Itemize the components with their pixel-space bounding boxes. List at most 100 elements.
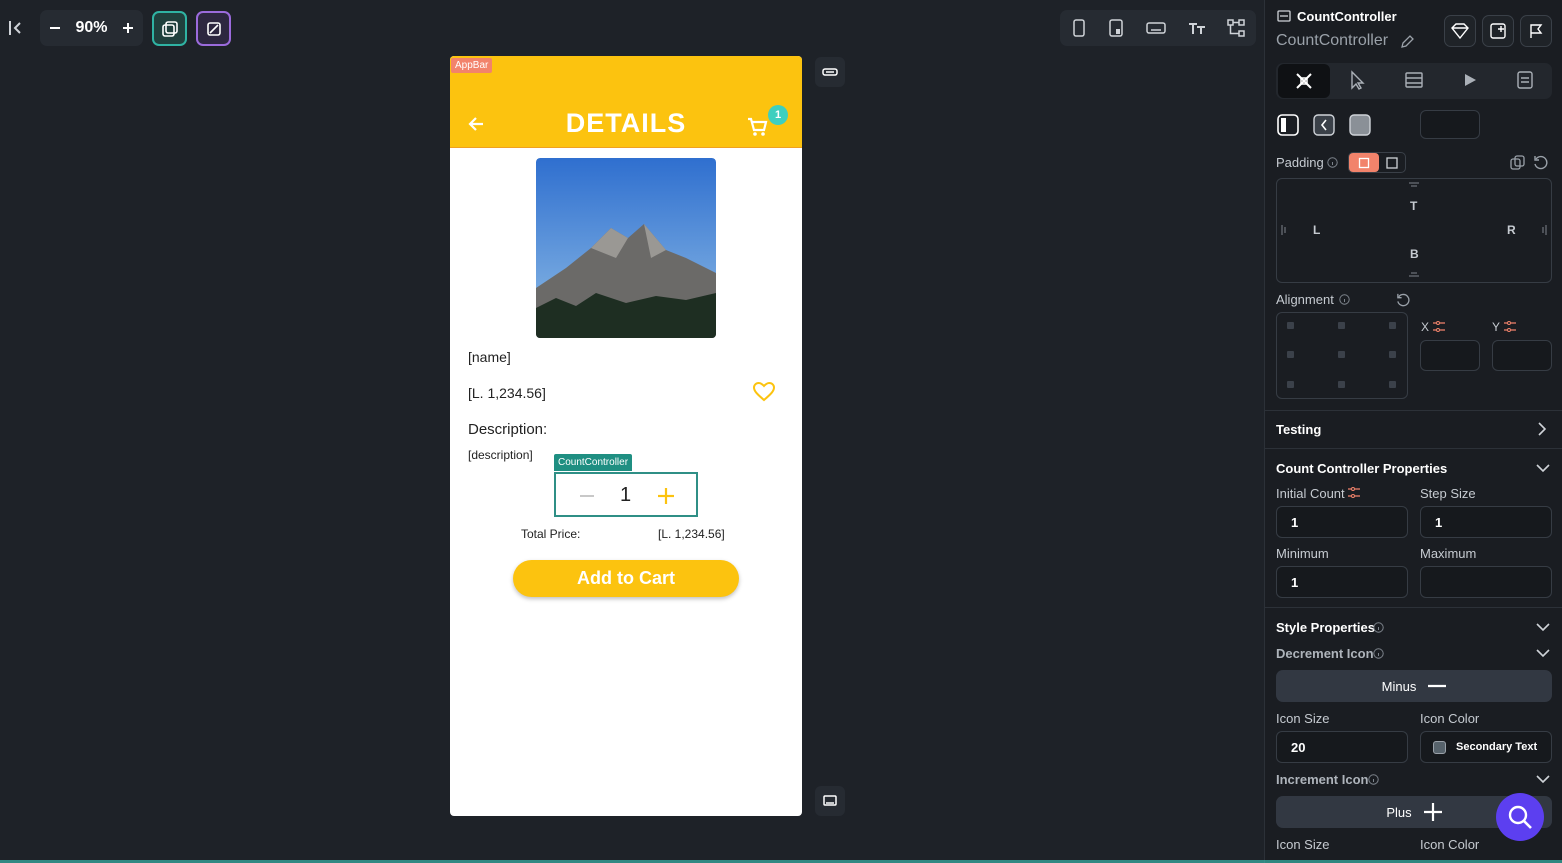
widget-type-icon [1277, 10, 1291, 22]
copy-icon[interactable] [1510, 155, 1525, 170]
padding-left-label: L [1313, 223, 1321, 237]
bottom-bar-toggle-button[interactable] [815, 786, 845, 816]
padding-right-handle[interactable] [1541, 224, 1547, 236]
divider-2 [1264, 448, 1562, 449]
keyboard-button[interactable] [1146, 20, 1166, 36]
tree-icon [1227, 19, 1245, 37]
count-controller[interactable]: 1 [554, 472, 698, 517]
padding-uniform-button[interactable] [1349, 153, 1379, 172]
collapse-sidebar-button[interactable] [2, 12, 30, 44]
style-chevron-down-icon[interactable] [1535, 621, 1551, 633]
minimum-label: Minimum [1276, 546, 1329, 561]
icon-size-field[interactable]: 20 [1276, 731, 1408, 763]
initial-count-field[interactable]: 1 [1276, 506, 1408, 538]
testing-section-header[interactable]: Testing [1276, 422, 1321, 437]
search-fab[interactable] [1496, 793, 1544, 841]
align-bottom-left[interactable] [1287, 381, 1294, 388]
align-bottom-center[interactable] [1338, 381, 1345, 388]
zoom-out-button[interactable] [48, 21, 62, 35]
decrement-chevron-down-icon[interactable] [1535, 647, 1551, 659]
edit-pencil-icon[interactable] [1400, 34, 1415, 49]
add-widget-button[interactable] [1482, 15, 1514, 47]
align-x-variable-icon[interactable] [1432, 321, 1446, 333]
icon-color-field[interactable]: Secondary Text [1420, 731, 1552, 763]
chevron-right-icon[interactable] [1536, 421, 1548, 437]
padding-right-label: R [1507, 223, 1516, 237]
widget-name[interactable]: CountController [1276, 32, 1388, 50]
cart-icon[interactable] [746, 116, 768, 138]
alignment-reset-icon[interactable] [1396, 293, 1410, 307]
text-scale-button[interactable] [1188, 20, 1206, 36]
icon-color-label-2: Icon Color [1420, 837, 1480, 852]
add-to-cart-button[interactable]: Add to Cart [513, 560, 739, 597]
visibility-icon-1[interactable] [1277, 114, 1299, 136]
tree-view-button[interactable] [1227, 19, 1245, 37]
align-y-variable-icon[interactable] [1503, 321, 1517, 333]
layers-toggle-button[interactable] [152, 11, 187, 46]
premium-button[interactable] [1444, 15, 1476, 47]
decrement-icon[interactable] [578, 487, 596, 505]
padding-individual-icon[interactable] [1386, 157, 1398, 169]
total-price-value: [L. 1,234.56] [658, 527, 725, 541]
reset-icon[interactable] [1533, 155, 1548, 170]
count-controller-properties-header[interactable]: Count Controller Properties [1276, 461, 1447, 476]
device-preview-controls [1060, 10, 1256, 46]
align-top-right[interactable] [1389, 322, 1396, 329]
tab-properties[interactable] [1278, 64, 1330, 98]
color-swatch [1433, 740, 1446, 754]
tab-backend-query-icon[interactable] [1404, 70, 1424, 90]
chevron-down-icon[interactable] [1535, 462, 1551, 474]
visibility-icon-3[interactable] [1349, 114, 1371, 136]
phone-view-button[interactable] [1071, 19, 1087, 37]
step-size-field[interactable]: 1 [1420, 506, 1552, 538]
text-size-icon [1188, 23, 1205, 34]
heart-icon[interactable] [753, 382, 775, 402]
align-center-left[interactable] [1287, 351, 1294, 358]
style-properties-header[interactable]: Style Properties [1276, 620, 1375, 635]
increment-icon-label: Increment Icon [1276, 772, 1369, 787]
plus-icon [123, 23, 133, 33]
maximum-field[interactable] [1420, 566, 1552, 598]
appbar-toggle-button[interactable] [815, 57, 845, 87]
magic-tool-button[interactable] [196, 11, 231, 46]
padding-left-handle[interactable] [1281, 224, 1287, 236]
zoom-in-button[interactable] [121, 21, 135, 35]
tab-actions-icon[interactable] [1348, 70, 1368, 90]
cart-badge: 1 [768, 105, 788, 125]
product-image[interactable] [536, 158, 716, 338]
wrap-widget-button[interactable] [1520, 15, 1552, 47]
increment-icon[interactable] [656, 486, 676, 506]
align-x-field[interactable] [1420, 340, 1480, 371]
align-top-left[interactable] [1287, 322, 1294, 329]
visibility-icon-2[interactable] [1313, 114, 1335, 136]
decrement-icon-picker[interactable]: Minus [1276, 670, 1552, 702]
tablet-icon [1109, 19, 1124, 37]
style-info-icon [1373, 622, 1384, 633]
increment-chevron-down-icon[interactable] [1535, 773, 1551, 785]
tab-docs-icon[interactable] [1515, 70, 1535, 90]
wand-icon [206, 21, 221, 36]
padding-bottom-handle[interactable] [1408, 272, 1420, 278]
align-center-right[interactable] [1389, 351, 1396, 358]
align-top-center[interactable] [1338, 322, 1345, 329]
tablet-view-button[interactable] [1108, 19, 1124, 37]
product-name: [name] [468, 349, 511, 365]
alignment-info-icon [1339, 294, 1350, 305]
align-y-field[interactable] [1492, 340, 1552, 371]
initial-count-variable-icon[interactable] [1347, 487, 1361, 499]
align-bottom-right[interactable] [1389, 381, 1396, 388]
layers-icon [161, 20, 178, 37]
count-controller-tag: CountController [554, 454, 633, 471]
phone-preview: AppBar DETAILS 1 [name] [L. 1,234.56] De… [450, 56, 802, 816]
laptop-icon [823, 795, 837, 806]
minimize-icon [822, 68, 838, 76]
tab-animations-icon[interactable] [1462, 72, 1478, 88]
increment-icon-name: Plus [1386, 804, 1412, 820]
align-center[interactable] [1338, 351, 1345, 358]
minimum-field[interactable]: 1 [1276, 566, 1408, 598]
opacity-field[interactable] [1420, 110, 1480, 139]
add-box-icon [1490, 23, 1506, 39]
icon-size-label-2: Icon Size [1276, 837, 1330, 852]
padding-top-handle[interactable] [1408, 182, 1420, 188]
app-bar[interactable]: AppBar DETAILS 1 [450, 56, 802, 148]
